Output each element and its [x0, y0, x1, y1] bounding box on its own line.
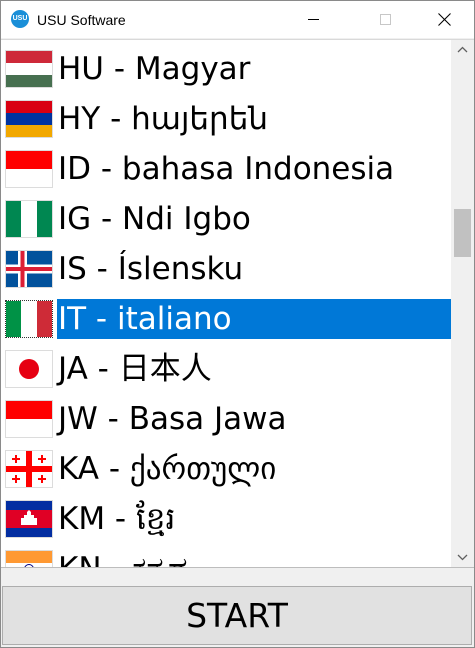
- language-item-label: IG - Ndi Igbo: [58, 201, 251, 237]
- scroll-up-button[interactable]: [451, 40, 474, 59]
- language-item[interactable]: KA - ქართული: [1, 444, 451, 494]
- close-icon: [438, 13, 451, 26]
- language-item-label: IS - Íslensku: [58, 251, 244, 287]
- minimize-button[interactable]: [290, 1, 336, 38]
- flag-indonesia-icon: [5, 400, 53, 438]
- usu-logo-icon: USU: [11, 10, 29, 28]
- flag-hungary-icon: [5, 50, 53, 88]
- language-item[interactable]: JA - 日本人: [1, 344, 451, 394]
- language-item[interactable]: KM - ខ្មែរ: [1, 494, 451, 544]
- app-window: USU USU Software HU - Magyar HY - հայերեն…: [0, 0, 475, 648]
- flag-japan-icon: [5, 350, 53, 388]
- start-button[interactable]: START: [2, 586, 472, 645]
- window-title: USU Software: [37, 12, 126, 28]
- flag-armenia-icon: [5, 100, 53, 138]
- maximize-button: [362, 1, 408, 38]
- chevron-down-icon: [457, 554, 468, 561]
- flag-italy-icon: [5, 300, 53, 338]
- language-item-label: JA - 日本人: [58, 351, 212, 387]
- title-bar[interactable]: USU USU Software: [1, 1, 474, 38]
- language-listbox[interactable]: HU - Magyar HY - հայերեն ID - bahasa Indon…: [1, 39, 474, 568]
- flag-india-icon: [5, 550, 53, 567]
- chevron-up-icon: [457, 46, 468, 53]
- flag-nigeria-icon: [5, 200, 53, 238]
- flag-georgia-icon: [5, 450, 53, 488]
- language-item[interactable]: KN - ಕನ್ನಡ: [1, 544, 451, 567]
- language-item[interactable]: IT - italiano: [1, 294, 451, 344]
- language-item-label: JW - Basa Jawa: [58, 401, 287, 437]
- vertical-scrollbar[interactable]: [451, 40, 474, 567]
- flag-iceland-icon: [5, 250, 53, 288]
- language-item-label: HU - Magyar: [58, 51, 251, 87]
- language-item-label: KA - ქართული: [58, 451, 277, 487]
- language-item[interactable]: HU - Magyar: [1, 44, 451, 94]
- flag-cambodia-icon: [5, 500, 53, 538]
- language-item-label: ID - bahasa Indonesia: [58, 151, 395, 187]
- close-button[interactable]: [421, 1, 467, 38]
- language-item-label: KM - ខ្មែរ: [58, 501, 176, 537]
- scroll-thumb[interactable]: [454, 209, 471, 257]
- scroll-down-button[interactable]: [451, 548, 474, 567]
- flag-indonesia-icon: [5, 150, 53, 188]
- language-item-label: IT - italiano: [57, 299, 451, 339]
- language-item[interactable]: HY - հայերեն: [1, 94, 451, 144]
- language-item-label: HY - հայերեն: [58, 101, 268, 137]
- language-item[interactable]: ID - bahasa Indonesia: [1, 144, 451, 194]
- language-item-label: KN - ಕನ್ನಡ: [57, 549, 188, 567]
- language-item[interactable]: IG - Ndi Igbo: [1, 194, 451, 244]
- language-item[interactable]: JW - Basa Jawa: [1, 394, 451, 444]
- language-item[interactable]: IS - Íslensku: [1, 244, 451, 294]
